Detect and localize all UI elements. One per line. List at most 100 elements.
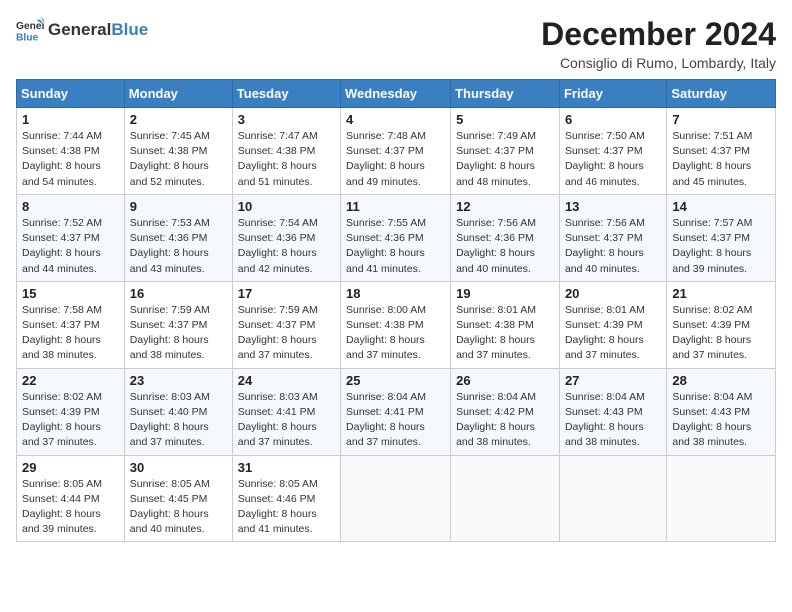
day-number: 22: [22, 373, 119, 388]
weekday-header-tuesday: Tuesday: [232, 80, 340, 108]
day-number: 7: [672, 112, 770, 127]
day-number: 1: [22, 112, 119, 127]
day-cell: 5 Sunrise: 7:49 AMSunset: 4:37 PMDayligh…: [451, 108, 560, 195]
day-detail: Sunrise: 8:05 AMSunset: 4:44 PMDaylight:…: [22, 478, 102, 536]
day-cell: 14 Sunrise: 7:57 AMSunset: 4:37 PMDaylig…: [667, 194, 776, 281]
day-cell: 7 Sunrise: 7:51 AMSunset: 4:37 PMDayligh…: [667, 108, 776, 195]
day-cell: 29 Sunrise: 8:05 AMSunset: 4:44 PMDaylig…: [17, 455, 125, 542]
weekday-header-monday: Monday: [124, 80, 232, 108]
day-detail: Sunrise: 7:45 AMSunset: 4:38 PMDaylight:…: [130, 130, 210, 188]
day-detail: Sunrise: 7:56 AMSunset: 4:37 PMDaylight:…: [565, 217, 645, 275]
day-detail: Sunrise: 7:49 AMSunset: 4:37 PMDaylight:…: [456, 130, 536, 188]
day-detail: Sunrise: 7:48 AMSunset: 4:37 PMDaylight:…: [346, 130, 426, 188]
weekday-header-wednesday: Wednesday: [341, 80, 451, 108]
week-row-4: 22 Sunrise: 8:02 AMSunset: 4:39 PMDaylig…: [17, 368, 776, 455]
day-number: 27: [565, 373, 661, 388]
month-title: December 2024: [541, 16, 776, 53]
day-detail: Sunrise: 7:58 AMSunset: 4:37 PMDaylight:…: [22, 304, 102, 362]
day-detail: Sunrise: 7:57 AMSunset: 4:37 PMDaylight:…: [672, 217, 752, 275]
day-cell: 24 Sunrise: 8:03 AMSunset: 4:41 PMDaylig…: [232, 368, 340, 455]
day-cell: [341, 455, 451, 542]
day-cell: 30 Sunrise: 8:05 AMSunset: 4:45 PMDaylig…: [124, 455, 232, 542]
day-detail: Sunrise: 8:05 AMSunset: 4:45 PMDaylight:…: [130, 478, 210, 536]
svg-text:General: General: [16, 21, 44, 32]
week-row-5: 29 Sunrise: 8:05 AMSunset: 4:44 PMDaylig…: [17, 455, 776, 542]
day-number: 26: [456, 373, 554, 388]
day-cell: [451, 455, 560, 542]
day-cell: 21 Sunrise: 8:02 AMSunset: 4:39 PMDaylig…: [667, 281, 776, 368]
day-detail: Sunrise: 8:04 AMSunset: 4:41 PMDaylight:…: [346, 391, 426, 449]
title-block: December 2024 Consiglio di Rumo, Lombard…: [541, 16, 776, 71]
day-number: 30: [130, 460, 227, 475]
day-detail: Sunrise: 7:54 AMSunset: 4:36 PMDaylight:…: [238, 217, 318, 275]
day-cell: 27 Sunrise: 8:04 AMSunset: 4:43 PMDaylig…: [559, 368, 666, 455]
day-detail: Sunrise: 8:01 AMSunset: 4:38 PMDaylight:…: [456, 304, 536, 362]
day-number: 10: [238, 199, 335, 214]
logo-blue: Blue: [111, 20, 148, 40]
day-cell: 31 Sunrise: 8:05 AMSunset: 4:46 PMDaylig…: [232, 455, 340, 542]
day-number: 28: [672, 373, 770, 388]
day-detail: Sunrise: 8:00 AMSunset: 4:38 PMDaylight:…: [346, 304, 426, 362]
day-detail: Sunrise: 8:04 AMSunset: 4:43 PMDaylight:…: [672, 391, 752, 449]
day-number: 21: [672, 286, 770, 301]
day-number: 13: [565, 199, 661, 214]
day-cell: 25 Sunrise: 8:04 AMSunset: 4:41 PMDaylig…: [341, 368, 451, 455]
day-number: 2: [130, 112, 227, 127]
day-cell: 1 Sunrise: 7:44 AMSunset: 4:38 PMDayligh…: [17, 108, 125, 195]
day-cell: 4 Sunrise: 7:48 AMSunset: 4:37 PMDayligh…: [341, 108, 451, 195]
logo-icon: General Blue: [16, 16, 44, 44]
day-cell: [667, 455, 776, 542]
day-number: 29: [22, 460, 119, 475]
day-cell: 12 Sunrise: 7:56 AMSunset: 4:36 PMDaylig…: [451, 194, 560, 281]
day-detail: Sunrise: 7:56 AMSunset: 4:36 PMDaylight:…: [456, 217, 536, 275]
day-number: 4: [346, 112, 445, 127]
logo-general: General: [48, 20, 111, 40]
weekday-header-saturday: Saturday: [667, 80, 776, 108]
day-detail: Sunrise: 7:59 AMSunset: 4:37 PMDaylight:…: [130, 304, 210, 362]
day-number: 20: [565, 286, 661, 301]
day-number: 11: [346, 199, 445, 214]
day-detail: Sunrise: 7:59 AMSunset: 4:37 PMDaylight:…: [238, 304, 318, 362]
day-detail: Sunrise: 8:01 AMSunset: 4:39 PMDaylight:…: [565, 304, 645, 362]
week-row-3: 15 Sunrise: 7:58 AMSunset: 4:37 PMDaylig…: [17, 281, 776, 368]
day-cell: 20 Sunrise: 8:01 AMSunset: 4:39 PMDaylig…: [559, 281, 666, 368]
calendar-table: SundayMondayTuesdayWednesdayThursdayFrid…: [16, 79, 776, 542]
day-detail: Sunrise: 8:04 AMSunset: 4:42 PMDaylight:…: [456, 391, 536, 449]
day-number: 17: [238, 286, 335, 301]
day-number: 14: [672, 199, 770, 214]
weekday-header-thursday: Thursday: [451, 80, 560, 108]
week-row-1: 1 Sunrise: 7:44 AMSunset: 4:38 PMDayligh…: [17, 108, 776, 195]
day-cell: 23 Sunrise: 8:03 AMSunset: 4:40 PMDaylig…: [124, 368, 232, 455]
day-detail: Sunrise: 7:50 AMSunset: 4:37 PMDaylight:…: [565, 130, 645, 188]
day-cell: 15 Sunrise: 7:58 AMSunset: 4:37 PMDaylig…: [17, 281, 125, 368]
day-number: 24: [238, 373, 335, 388]
day-number: 6: [565, 112, 661, 127]
day-number: 12: [456, 199, 554, 214]
day-detail: Sunrise: 8:04 AMSunset: 4:43 PMDaylight:…: [565, 391, 645, 449]
weekday-header-row: SundayMondayTuesdayWednesdayThursdayFrid…: [17, 80, 776, 108]
day-detail: Sunrise: 8:02 AMSunset: 4:39 PMDaylight:…: [672, 304, 752, 362]
day-number: 18: [346, 286, 445, 301]
day-detail: Sunrise: 7:53 AMSunset: 4:36 PMDaylight:…: [130, 217, 210, 275]
day-cell: 17 Sunrise: 7:59 AMSunset: 4:37 PMDaylig…: [232, 281, 340, 368]
day-number: 25: [346, 373, 445, 388]
day-cell: 8 Sunrise: 7:52 AMSunset: 4:37 PMDayligh…: [17, 194, 125, 281]
day-detail: Sunrise: 7:55 AMSunset: 4:36 PMDaylight:…: [346, 217, 426, 275]
day-cell: 16 Sunrise: 7:59 AMSunset: 4:37 PMDaylig…: [124, 281, 232, 368]
weekday-header-friday: Friday: [559, 80, 666, 108]
day-detail: Sunrise: 7:47 AMSunset: 4:38 PMDaylight:…: [238, 130, 318, 188]
day-detail: Sunrise: 8:02 AMSunset: 4:39 PMDaylight:…: [22, 391, 102, 449]
day-number: 15: [22, 286, 119, 301]
day-cell: 26 Sunrise: 8:04 AMSunset: 4:42 PMDaylig…: [451, 368, 560, 455]
day-detail: Sunrise: 8:05 AMSunset: 4:46 PMDaylight:…: [238, 478, 318, 536]
day-number: 19: [456, 286, 554, 301]
day-cell: 10 Sunrise: 7:54 AMSunset: 4:36 PMDaylig…: [232, 194, 340, 281]
day-number: 3: [238, 112, 335, 127]
day-detail: Sunrise: 7:44 AMSunset: 4:38 PMDaylight:…: [22, 130, 102, 188]
day-detail: Sunrise: 8:03 AMSunset: 4:41 PMDaylight:…: [238, 391, 318, 449]
day-cell: 11 Sunrise: 7:55 AMSunset: 4:36 PMDaylig…: [341, 194, 451, 281]
day-number: 16: [130, 286, 227, 301]
day-cell: 2 Sunrise: 7:45 AMSunset: 4:38 PMDayligh…: [124, 108, 232, 195]
day-cell: 19 Sunrise: 8:01 AMSunset: 4:38 PMDaylig…: [451, 281, 560, 368]
day-cell: [559, 455, 666, 542]
